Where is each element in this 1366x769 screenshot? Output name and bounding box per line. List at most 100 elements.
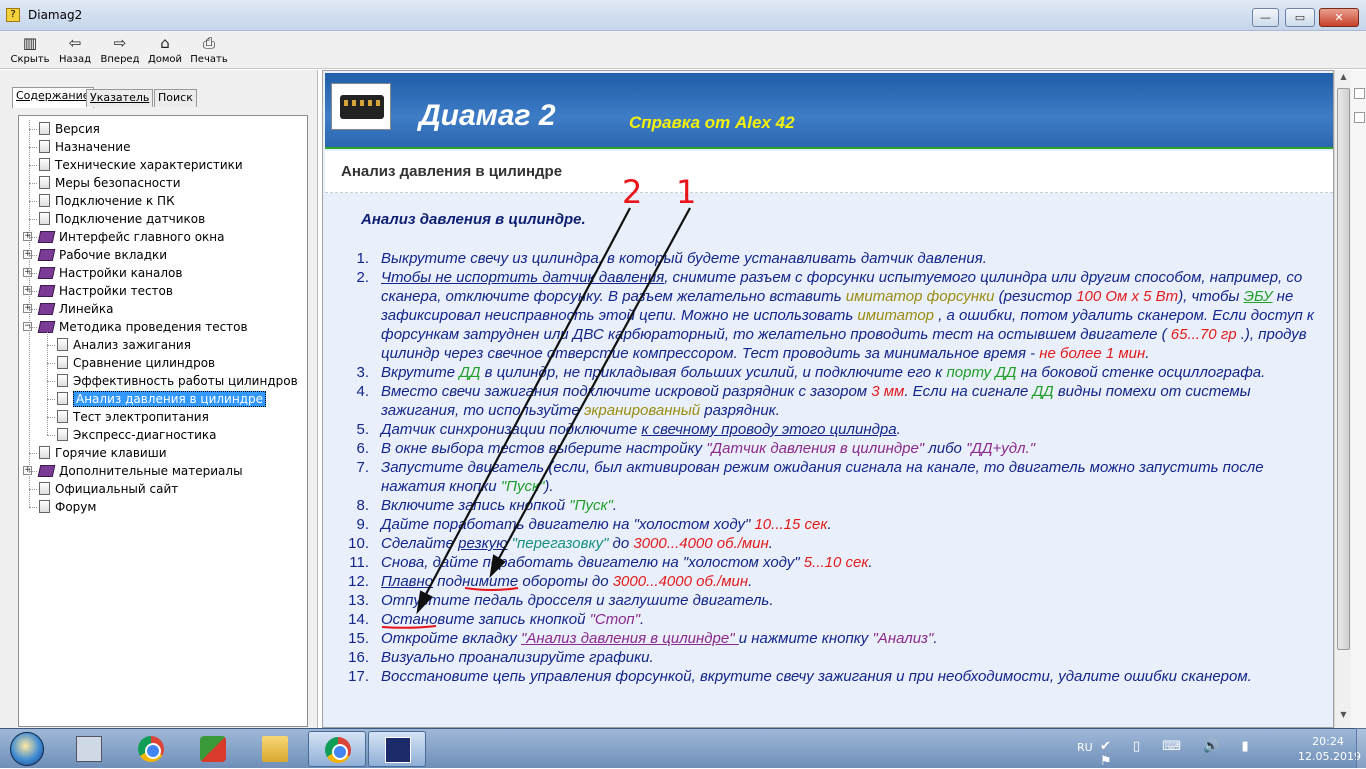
navigation-pane: Содержание Указатель Поиск Версия Назначе… [0,70,318,728]
home-icon: ⌂ [160,34,170,52]
scroll-down-icon[interactable]: ▼ [1337,710,1350,724]
step-text: экранированный [583,402,701,419]
tree-item-label: Горячие клавиши [55,446,167,460]
tree-item-label: Методика проведения тестов [59,320,248,334]
tree-item[interactable]: + Интерфейс главного окна [23,228,225,246]
language-indicator[interactable]: RU [1077,741,1093,754]
step-text: 10...15 сек [754,516,828,533]
tree-item-label: Дополнительные материалы [59,464,243,478]
taskbar-app[interactable] [184,731,242,767]
tab-index[interactable]: Указатель [86,89,154,107]
close-button[interactable]: ✕ [1319,8,1359,27]
side-button[interactable] [1354,88,1365,99]
diamag-icon [385,737,411,763]
start-button[interactable] [2,730,52,768]
tree-item-label: Анализ зажигания [73,338,191,352]
tree-item[interactable]: + Линейка [23,300,113,318]
tree-item[interactable]: Эффективность работы цилиндров [57,372,298,390]
tree-item-label: Меры безопасности [55,176,181,190]
clock[interactable]: 20:24 12.05.2019 [1298,734,1361,764]
step-text[interactable]: "Датчик давления в цилиндре" [706,440,924,457]
home-button[interactable]: ⌂ Домой [142,33,188,67]
hide-button[interactable]: ▥ Скрыть [7,33,53,67]
tree-item[interactable]: + Дополнительные материалы [23,462,243,480]
tree-item[interactable]: Технические характеристики [39,156,243,174]
step-item: 5. Датчик синхронизации подключите к свеч… [339,420,1329,439]
side-button[interactable] [1354,112,1365,123]
maximize-button[interactable]: ▭ [1285,8,1315,27]
step-text: Откройте вкладку [381,630,522,647]
tree-item[interactable]: Назначение [39,138,130,156]
tree-item[interactable]: Подключение датчиков [39,210,205,228]
hide-label: Скрыть [10,54,50,65]
tree-item[interactable]: Сравнение цилиндров [57,354,215,372]
tray-icons[interactable]: ✔ ▯ ⌨ 🔊 ▮ ⚑ [1100,739,1280,769]
step-item: 4. Вместо свечи зажигания подключите искр… [339,382,1329,420]
book-icon [37,249,56,261]
step-text: . [1145,345,1150,362]
forward-button[interactable]: ⇨ Вперед [97,33,143,67]
tree-item[interactable]: − Методика проведения тестов [23,318,248,336]
taskbar-diamag[interactable] [368,731,426,767]
app-subtitle: Справка от Alex 42 [629,113,795,132]
step-item: 9. Дайте поработать двигателю на "холост… [339,515,1329,534]
step-number: 5. [356,421,369,438]
scrollbar-thumb[interactable] [1337,88,1350,650]
step-text[interactable]: "Стоп" [590,611,640,628]
back-button[interactable]: ⇦ Назад [52,33,98,67]
step-text: в цилиндр, не прикладывая больших усилий… [480,364,947,381]
step-text: . [612,497,618,514]
taskbar-explorer[interactable] [246,731,304,767]
tree-item-label: Анализ давления в цилиндре [73,391,266,407]
chrome-icon [325,737,351,763]
tree-item[interactable]: Горячие клавиши [39,444,167,462]
step-text: Остановите запись кнопкой [381,611,590,628]
tree-item[interactable]: + Настройки тестов [23,282,173,300]
tree-item[interactable]: Подключение к ПК [39,192,175,210]
minimize-button[interactable]: — [1252,8,1279,27]
step-text: 5...10 сек [803,554,869,571]
tree-item[interactable]: Меры безопасности [39,174,181,192]
tree-item[interactable]: Анализ зажигания [57,336,191,354]
tree-item-label: Настройки каналов [59,266,183,280]
step-item: 8. Включите запись кнопкой "Пуск". [339,496,1329,515]
tree-item[interactable]: Анализ давления в цилиндре [57,390,266,408]
window-titlebar: ? Diamag2 — ▭ ✕ [0,0,1366,31]
step-text: имитатор форсунки [845,288,995,305]
tree-item[interactable]: + Настройки каналов [23,264,183,282]
show-desktop-button[interactable] [1356,728,1366,768]
scroll-up-icon[interactable]: ▲ [1337,72,1350,86]
tab-contents[interactable]: Содержание [12,87,94,108]
print-button[interactable]: ⎙ Печать [186,33,232,67]
help-app-icon: ? [6,8,20,22]
tree-item[interactable]: + Рабочие вкладки [23,246,167,264]
tree-item-label: Версия [55,122,100,136]
step-text[interactable]: "Анализ" [872,630,933,647]
system-tray: RU ✔ ▯ ⌨ 🔊 ▮ ⚑ 20:24 12.05.2019 [1070,729,1366,769]
step-text: . [748,573,753,590]
tree-item[interactable]: Тест электропитания [57,408,209,426]
vertical-scrollbar[interactable]: ▲ ▼ [1334,70,1351,728]
back-arrow-icon: ⇦ [68,34,82,52]
clock-date: 12.05.2019 [1298,750,1361,763]
contents-tree[interactable]: Версия Назначение Технические характеристи… [18,115,308,727]
step-text[interactable]: "Анализ давления в цилиндре" [521,630,739,647]
taskbar-calculator[interactable] [60,731,118,767]
step-number: 11. [349,554,369,571]
tree-item[interactable]: Экспресс-диагностика [57,426,217,444]
tab-search[interactable]: Поиск [154,89,197,107]
tree-item[interactable]: Форум [39,498,96,516]
window-title: Diamag2 [28,8,83,22]
step-item: 13. Отпустите педаль дросселя и заглушите… [339,591,1329,610]
step-text: 3000...4000 об./мин [633,535,769,552]
tree-item[interactable]: Версия [39,120,100,138]
tree-item[interactable]: Официальный сайт [39,480,178,498]
taskbar-chrome-pinned[interactable] [122,731,180,767]
step-item: 14. Остановите запись кнопкой "Стоп". [339,610,1329,629]
section-title: Анализ давления в цилиндре [341,163,563,180]
taskbar-chrome-active[interactable] [308,731,366,767]
step-number: 4. [356,383,369,400]
tree-item-label: Подключение к ПК [55,194,175,208]
step-text[interactable]: "ДД+удл." [966,440,1035,457]
step-number: 6. [356,440,369,457]
